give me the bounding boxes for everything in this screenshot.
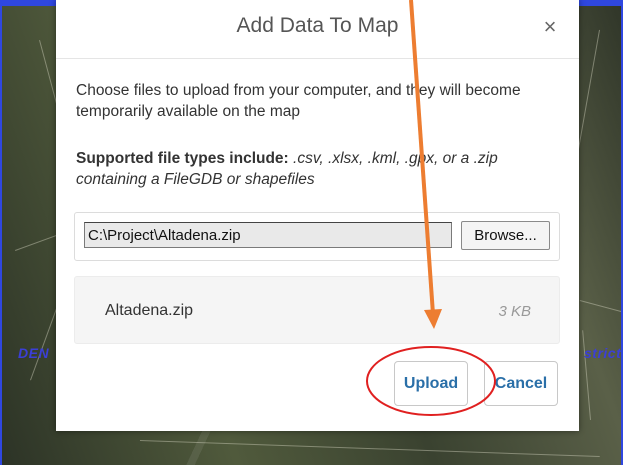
upload-button[interactable]: Upload: [394, 361, 468, 406]
file-size: 3 KB: [498, 303, 531, 320]
map-label-right: strict: [584, 345, 622, 361]
cancel-button[interactable]: Cancel: [484, 361, 558, 406]
browse-button[interactable]: Browse...: [461, 221, 550, 250]
add-data-dialog: Add Data To Map × Choose files to upload…: [56, 0, 579, 431]
frame-border-left: [0, 0, 2, 465]
file-list: Altadena.zip 3 KB: [74, 276, 560, 344]
supported-types-label: Supported file types include:: [76, 150, 289, 167]
file-picker: C:\Project\Altadena.zip Browse...: [74, 212, 560, 261]
map-label-left: DEN: [18, 345, 50, 361]
intro-text: Choose files to upload from your compute…: [76, 82, 521, 120]
title-divider: [56, 58, 579, 59]
file-name: Altadena.zip: [105, 302, 194, 319]
close-icon[interactable]: ×: [539, 16, 561, 38]
supported-types-text: Supported file types include: .csv, .xls…: [76, 148, 566, 190]
dialog-title: Add Data To Map: [236, 14, 399, 37]
file-path-field[interactable]: C:\Project\Altadena.zip: [84, 222, 452, 248]
